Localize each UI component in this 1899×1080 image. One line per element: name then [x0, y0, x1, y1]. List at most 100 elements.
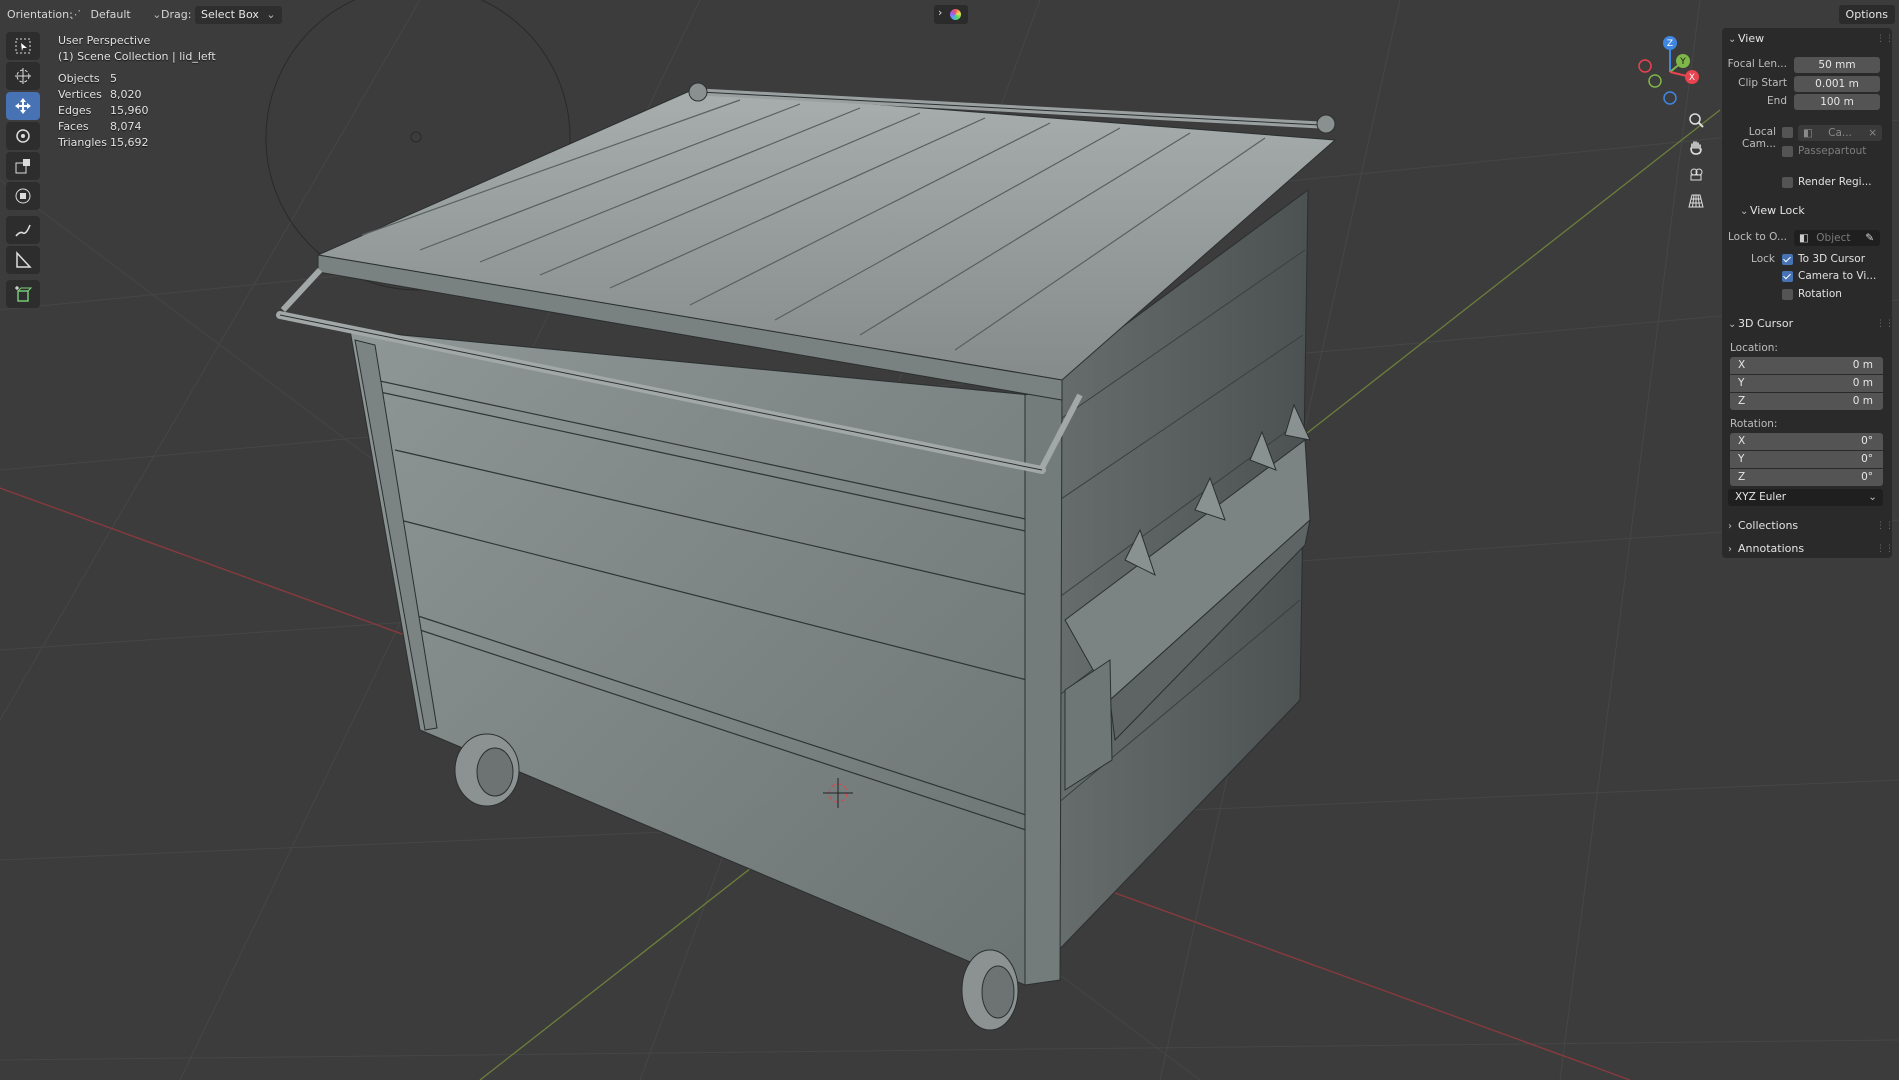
camera-to-view-checkbox[interactable] — [1782, 271, 1793, 282]
stat-label: Vertices — [58, 88, 102, 101]
cursor-rotation-y[interactable]: Y 0° — [1730, 451, 1883, 468]
axis-value: 0 m — [1852, 359, 1873, 371]
axis-label: Y — [1738, 377, 1745, 389]
view-lock-header[interactable]: ⌄ View Lock — [1740, 204, 1805, 217]
rotation-mode-dropdown[interactable]: XYZ Euler ⌄ — [1728, 489, 1883, 506]
cursor-rotation-x[interactable]: X 0° — [1730, 433, 1883, 450]
perspective-toggle-button[interactable] — [1681, 189, 1711, 213]
3d-cursor-title: 3D Cursor — [1738, 317, 1794, 330]
select-box-tool[interactable] — [6, 32, 40, 60]
3d-viewport[interactable] — [0, 0, 1899, 1080]
cursor-location-z[interactable]: Z 0 m — [1730, 393, 1883, 410]
lock-to-object-field[interactable]: ◧ Object ✎ — [1794, 230, 1880, 246]
drag-handle-icon[interactable]: ⋮⋮ — [1876, 544, 1894, 554]
drag-handle-icon[interactable]: ⋮⋮ — [1876, 319, 1894, 329]
collections-section-header[interactable]: › Collections — [1728, 519, 1798, 532]
chevron-down-icon: ⌄ — [1728, 319, 1737, 330]
render-region-checkbox[interactable] — [1782, 177, 1793, 188]
camera-to-view-label: Camera to Vi... — [1798, 270, 1877, 282]
eyedropper-icon[interactable]: ✎ — [1865, 230, 1874, 246]
neg-x-handle[interactable] — [1638, 59, 1652, 73]
3d-cursor-section-header[interactable]: ⌄ 3D Cursor — [1728, 317, 1793, 330]
focal-length-label: Focal Len... — [1727, 58, 1787, 70]
orientation-dropdown[interactable]: ⋰ Default ⌄ — [70, 6, 161, 24]
zoom-button[interactable] — [1681, 108, 1711, 132]
stat-label: Edges — [58, 104, 92, 117]
stat-label: Faces — [58, 120, 89, 133]
clip-end-label: End — [1767, 95, 1787, 107]
axis-label: Z — [1738, 395, 1746, 407]
drag-handle-icon[interactable]: ⋮⋮ — [1876, 34, 1894, 44]
drag-label: Drag: — [161, 8, 192, 21]
chevron-down-icon: ⌄ — [1728, 34, 1737, 45]
object-icon: ◧ — [1799, 232, 1809, 244]
add-cube-tool[interactable] — [6, 280, 40, 308]
view-section-header[interactable]: ⌄ View — [1728, 32, 1764, 45]
local-camera-field[interactable]: ◧ Ca... × — [1798, 125, 1882, 141]
hand-icon — [1690, 141, 1702, 155]
annotate-tool[interactable] — [6, 216, 40, 244]
viewport-scene[interactable] — [0, 0, 1899, 1080]
transform-icon — [15, 188, 31, 204]
view-lock-title: View Lock — [1750, 204, 1805, 217]
camera-view-button[interactable] — [1681, 162, 1711, 186]
stat-label: Objects — [58, 72, 100, 85]
cursor-location-x[interactable]: X 0 m — [1730, 357, 1883, 374]
annotations-section-header[interactable]: › Annotations — [1728, 542, 1804, 555]
stat-row: Triangles 15,692 — [58, 135, 216, 151]
annotations-title: Annotations — [1738, 542, 1805, 555]
chevron-right-icon: › — [938, 6, 943, 19]
passepartout-checkbox[interactable] — [1782, 146, 1793, 157]
camera-icon: ◧ — [1803, 127, 1813, 139]
lock-to-object-label: Lock to O... — [1727, 231, 1787, 243]
scale-icon — [15, 159, 30, 174]
viewport-header: Orientation: ⋰ Default ⌄ Drag: Select Bo… — [0, 0, 1899, 29]
options-button[interactable]: Options — [1838, 5, 1895, 24]
ruler-icon — [16, 251, 32, 268]
pan-button[interactable] — [1681, 135, 1711, 159]
move-tool[interactable] — [6, 92, 40, 120]
chevron-down-icon: ⌄ — [1868, 491, 1877, 503]
cursor-tool[interactable] — [6, 62, 40, 90]
clip-start-label: Clip Start — [1738, 77, 1787, 89]
close-icon[interactable]: × — [1868, 125, 1877, 141]
cursor-rotation-z[interactable]: Z 0° — [1730, 469, 1883, 486]
scene-statistics: Objects 5 Vertices 8,020 Edges 15,960 Faces… — [58, 71, 216, 151]
neg-y-handle[interactable] — [1648, 74, 1662, 88]
z-axis-label: Z — [1667, 39, 1673, 49]
to-3d-cursor-checkbox[interactable] — [1782, 254, 1793, 265]
clip-start-field[interactable]: 0.001 m — [1794, 76, 1880, 92]
local-camera-checkbox[interactable] — [1782, 127, 1793, 138]
rotate-tool[interactable] — [6, 122, 40, 150]
axis-value: 0° — [1861, 471, 1873, 483]
lock-label: Lock — [1751, 253, 1775, 265]
chevron-right-icon: › — [1728, 521, 1732, 532]
drag-dropdown[interactable]: Select Box ⌄ — [195, 6, 282, 24]
neg-z-handle[interactable] — [1663, 91, 1677, 105]
transform-tool[interactable] — [6, 182, 40, 210]
cursor-location-y[interactable]: Y 0 m — [1730, 375, 1883, 392]
dumpster-model[interactable] — [276, 82, 1337, 1031]
axis-label: X — [1738, 435, 1746, 447]
drag-handle-icon[interactable]: ⋮⋮ — [1876, 521, 1894, 531]
render-region-label: Render Regi... — [1798, 176, 1872, 188]
focal-length-field[interactable]: 50 mm — [1794, 57, 1880, 73]
gizmo-toggle[interactable]: › — [934, 5, 968, 24]
viewport-info-overlay: User Perspective (1) Scene Collection | … — [58, 33, 216, 151]
rotation-mode-value: XYZ Euler — [1735, 491, 1787, 503]
stat-row: Objects 5 — [58, 71, 216, 87]
location-label: Location: — [1730, 342, 1778, 354]
measure-tool[interactable] — [6, 246, 40, 274]
chevron-right-icon: › — [1728, 544, 1732, 555]
x-axis-label: X — [1689, 73, 1695, 83]
clip-end-field[interactable]: 100 m — [1794, 94, 1880, 110]
navigation-gizmo[interactable]: Z Y X — [1630, 34, 1710, 114]
chevron-down-icon: ⌄ — [266, 8, 276, 21]
scale-tool[interactable] — [6, 152, 40, 180]
small-cursor-icon — [410, 131, 422, 143]
stat-value: 8,074 — [110, 120, 142, 133]
rotation-lock-checkbox[interactable] — [1782, 289, 1793, 300]
cursor-icon — [15, 68, 31, 84]
view-name: User Perspective — [58, 34, 151, 47]
axis-value: 0° — [1861, 435, 1873, 447]
